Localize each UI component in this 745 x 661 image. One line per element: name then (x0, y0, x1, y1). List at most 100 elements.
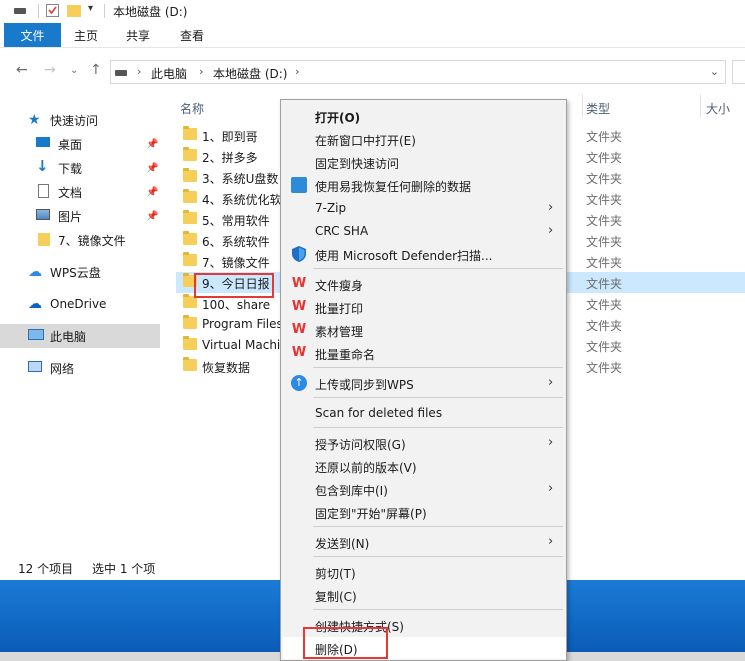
file-name: 2、拼多多 (202, 151, 258, 165)
nav-item-label: 网络 (50, 361, 75, 376)
wps-icon: W (291, 299, 307, 314)
menu-item-label: 使用易我恢复任何删除的数据 (315, 180, 472, 194)
properties-checkbox-icon[interactable] (46, 4, 59, 17)
menu-item-batch-print[interactable]: W 批量打印 (283, 296, 566, 318)
navigation-pane: ★ 快速访问 桌面 📌 ↓ 下载 📌 文档 📌 图片 📌 7、镜像文件 ☁ WP… (0, 94, 162, 554)
up-arrow-icon[interactable]: ↑ (90, 62, 102, 78)
chevron-right-icon[interactable]: › (295, 65, 299, 78)
file-type: 文件夹 (586, 193, 623, 207)
nav-item-quick-access[interactable]: ★ 快速访问 (0, 108, 160, 132)
pin-icon[interactable]: 📌 (146, 163, 158, 174)
network-icon (28, 361, 42, 372)
folder-icon (183, 147, 197, 161)
menu-item-scan-deleted[interactable]: Scan for deleted files (283, 402, 566, 424)
file-type: 文件夹 (586, 277, 623, 291)
file-type: 文件夹 (586, 361, 623, 375)
menu-item-crc-sha[interactable]: CRC SHA › (283, 220, 566, 242)
chevron-right-icon: › (548, 200, 554, 215)
file-type: 文件夹 (586, 151, 623, 165)
nav-item-label: 快速访问 (50, 113, 99, 128)
menu-item-send-to[interactable]: 发送到(N) › (283, 531, 566, 553)
nav-item-pictures[interactable]: 图片 📌 (0, 204, 160, 228)
menu-item-pin-quick-access[interactable]: 固定到快速访问 (283, 151, 566, 173)
nav-item-network[interactable]: 网络 (0, 356, 160, 380)
folder-icon (38, 233, 50, 246)
status-bar: 12 个项目 选中 1 个项目 (0, 554, 162, 593)
tab-share[interactable]: 共享 (126, 23, 150, 47)
file-type: 文件夹 (586, 172, 623, 186)
recent-locations-icon[interactable]: ⌄ (70, 65, 78, 76)
nav-item-desktop[interactable]: 桌面 📌 (0, 132, 160, 156)
menu-item-copy[interactable]: 复制(C) (283, 584, 566, 606)
menu-item-label: 使用 Microsoft Defender扫描... (315, 249, 493, 263)
chevron-right-icon[interactable]: › (137, 65, 141, 78)
address-bar[interactable]: › 此电脑 › 本地磁盘 (D:) › ⌄ (110, 60, 726, 84)
onedrive-icon: ☁ (28, 296, 42, 312)
file-name: 1、即到哥 (202, 130, 258, 144)
breadcrumb-this-pc[interactable]: 此电脑 (151, 65, 187, 82)
menu-item-include-library[interactable]: 包含到库中(I) › (283, 478, 566, 500)
menu-item-asset-manage[interactable]: W 素材管理 (283, 319, 566, 341)
menu-item-cut[interactable]: 剪切(T) (283, 561, 566, 583)
file-type: 文件夹 (586, 235, 623, 249)
column-header-type[interactable]: 类型 (586, 100, 610, 117)
file-type: 文件夹 (586, 214, 623, 228)
folder-icon (183, 210, 197, 224)
chevron-right-icon[interactable]: › (199, 65, 203, 78)
column-divider[interactable] (582, 94, 583, 118)
nav-item-label: 7、镜像文件 (58, 233, 126, 248)
new-folder-icon[interactable] (67, 5, 81, 17)
nav-item-documents[interactable]: 文档 📌 (0, 180, 160, 204)
pin-icon[interactable]: 📌 (146, 211, 158, 222)
file-type: 文件夹 (586, 319, 623, 333)
ribbon-tabs: 文件 主页 共享 查看 (0, 22, 745, 48)
pin-icon[interactable]: 📌 (146, 187, 158, 198)
menu-item-restore-versions[interactable]: 还原以前的版本(V) (283, 455, 566, 477)
customize-quick-access-icon[interactable]: ▾ (88, 3, 93, 17)
menu-item-file-slim[interactable]: W 文件瘦身 (283, 273, 566, 295)
forward-arrow-icon[interactable]: → (44, 62, 56, 78)
nav-item-this-pc[interactable]: 此电脑 (0, 324, 160, 348)
file-name: 3、系统U盘数 (202, 172, 279, 186)
folder-icon (183, 126, 197, 140)
menu-separator (313, 367, 563, 368)
folder-icon (183, 189, 197, 203)
column-header-size[interactable]: 大小 (706, 100, 730, 117)
file-name: 6、系统软件 (202, 235, 270, 249)
cloud-icon: ☁ (28, 264, 42, 280)
refresh-button[interactable] (732, 60, 745, 84)
file-type: 文件夹 (586, 130, 623, 144)
tab-file[interactable]: 文件 (4, 23, 61, 47)
menu-item-label: 在新窗口中打开(E) (315, 134, 416, 148)
menu-item-batch-rename[interactable]: W 批量重命名 (283, 342, 566, 364)
menu-item-pin-start[interactable]: 固定到"开始"屏幕(P) (283, 501, 566, 523)
folder-icon (183, 357, 197, 371)
folder-icon (183, 336, 197, 350)
tab-view[interactable]: 查看 (180, 23, 204, 47)
menu-item-defender-scan[interactable]: 使用 Microsoft Defender扫描... (283, 243, 566, 265)
chevron-down-icon[interactable]: ⌄ (710, 65, 719, 78)
star-icon: ★ (28, 112, 41, 128)
easeus-icon (291, 177, 307, 193)
tab-home[interactable]: 主页 (74, 23, 98, 47)
menu-item-7zip[interactable]: 7-Zip › (283, 197, 566, 219)
breadcrumb-local-disk[interactable]: 本地磁盘 (D:) (213, 65, 287, 82)
menu-separator (313, 397, 563, 398)
pin-icon[interactable]: 📌 (146, 139, 158, 150)
nav-item-onedrive[interactable]: ☁ OneDrive (0, 292, 160, 316)
nav-item-downloads[interactable]: ↓ 下载 📌 (0, 156, 160, 180)
column-header-name[interactable]: 名称 (180, 100, 204, 117)
back-arrow-icon[interactable]: ← (16, 62, 28, 78)
menu-item-grant-access[interactable]: 授予访问权限(G) › (283, 432, 566, 454)
column-divider[interactable] (700, 94, 701, 118)
nav-item-image-files[interactable]: 7、镜像文件 (0, 228, 160, 252)
menu-item-label: Scan for deleted files (315, 406, 443, 420)
menu-item-label: 批量打印 (315, 302, 364, 316)
nav-item-wps-cloud[interactable]: ☁ WPS云盘 (0, 260, 160, 284)
menu-item-upload-wps[interactable]: ↑ 上传或同步到WPS › (283, 372, 566, 394)
menu-item-open-new-window[interactable]: 在新窗口中打开(E) (283, 128, 566, 150)
menu-item-easeus-recover[interactable]: 使用易我恢复任何删除的数据 (283, 174, 566, 196)
menu-item-open[interactable]: 打开(O) (283, 105, 566, 127)
drive-icon (115, 70, 127, 76)
item-count: 12 个项目 (18, 562, 74, 576)
